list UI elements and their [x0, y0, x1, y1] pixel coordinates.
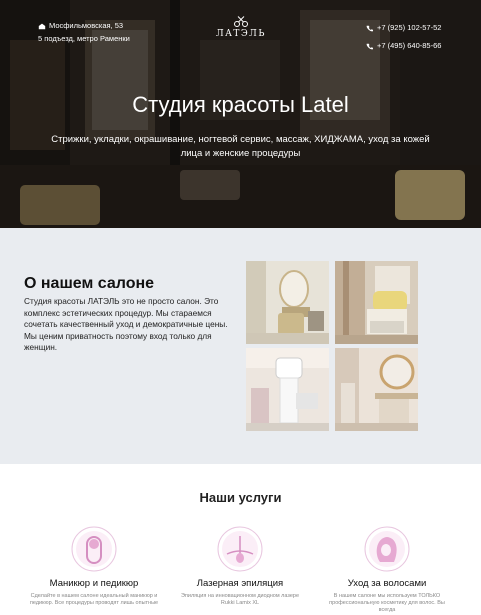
logo-text: ЛАТЭЛЬ	[216, 29, 266, 39]
hero-section: Мосфильмовская, 53 5 подъезд, метро Раме…	[0, 0, 481, 228]
service-card-laser[interactable]: Лазерная эпиляция Эпиляция на инновацион…	[175, 526, 305, 607]
service-name: Уход за волосами	[347, 578, 427, 589]
hair-follicle-icon	[217, 526, 263, 572]
salon-photo-mirror-station[interactable]	[335, 348, 418, 431]
scissors-logo-icon	[234, 16, 248, 27]
service-description: Эпиляция на инновационном диодном лазере…	[180, 593, 300, 606]
service-description: В нашем салоне мы используем ТОЛЬКО проф…	[329, 593, 445, 613]
location-icon	[38, 23, 46, 29]
service-card-manicure[interactable]: Маникюр и педикюр Сделайте в нашем салон…	[29, 526, 159, 607]
about-text: Студия красоты ЛАТЭЛЬ это не просто сало…	[24, 296, 228, 352]
woman-hair-icon	[364, 526, 410, 572]
services-section: Наши услуги Маникюр и педикюр Сделайте в…	[0, 464, 481, 615]
header-address: Мосфильмовская, 53 5 подъезд, метро Раме…	[38, 19, 130, 45]
header-phones: +7 (925) 102-57-52 +7 (495) 640-85-66	[366, 19, 441, 55]
services-title: Наши услуги	[199, 490, 282, 505]
about-section: О нашем салоне Студия красоты ЛАТЭЛЬ это…	[0, 228, 481, 464]
phone-link-2[interactable]: +7 (495) 640-85-66	[377, 37, 441, 55]
salon-photo-laser-device[interactable]	[246, 348, 329, 431]
nail-icon	[71, 526, 117, 572]
service-name: Маникюр и педикюр	[49, 578, 139, 589]
phone-icon	[366, 25, 373, 31]
service-description: Сделайте в нашем салоне идеальный маникю…	[29, 593, 159, 606]
hero-title: Студия красоты Latel	[132, 92, 349, 117]
about-title: О нашем салоне	[24, 275, 155, 292]
phone-icon	[366, 43, 373, 49]
phone-link-1[interactable]: +7 (925) 102-57-52	[377, 19, 441, 37]
service-name: Лазерная эпиляция	[196, 578, 284, 589]
salon-photo-pedicure-chair[interactable]	[246, 261, 329, 344]
salon-photo-pedicure-spa[interactable]	[335, 261, 418, 344]
address-line-1: Мосфильмовская, 53	[49, 21, 124, 30]
address-line-2: 5 подъезд, метро Раменки	[38, 34, 130, 43]
hero-subtitle: Стрижки, укладки, окрашивание, ногтевой …	[51, 134, 430, 159]
logo[interactable]: ЛАТЭЛЬ	[212, 16, 270, 39]
service-card-hair[interactable]: Уход за волосами В нашем салоне мы испол…	[322, 526, 452, 614]
